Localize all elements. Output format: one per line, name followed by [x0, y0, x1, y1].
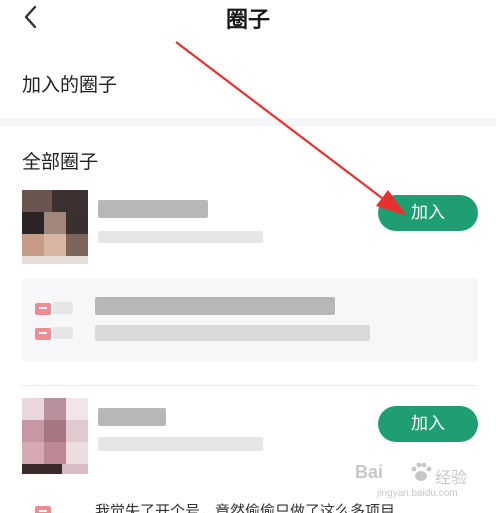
post-tag: [53, 302, 73, 314]
watermark-cn: 经验: [435, 468, 468, 487]
circle-meta: [98, 437, 263, 451]
watermark-url: jingyan.baidu.com: [377, 488, 458, 499]
post-title: [95, 297, 335, 315]
join-button[interactable]: 加入: [378, 195, 478, 231]
screen: 圈子 加入的圈子 全部圈子 加入 加入 我觉失了开个号，竟然偷偷只做了这么多项目…: [0, 0, 496, 513]
joined-circles-heading: 加入的圈子: [22, 74, 118, 96]
post-title-partial: 我觉失了开个号，竟然偷偷只做了这么多项目: [95, 502, 396, 513]
page-title: 圈子: [225, 8, 270, 33]
circle-avatar[interactable]: [14, 190, 88, 264]
watermark-brand: Bai: [355, 462, 384, 482]
comment-tag-icon: [35, 303, 51, 315]
circle-meta: [98, 231, 263, 243]
baidu-jingyan-watermark: Bai 经验 jingyan.baidu.com: [355, 460, 485, 505]
post-tag: [53, 327, 73, 339]
circle-name: [98, 200, 208, 218]
circle-name: [98, 408, 166, 426]
paw-icon: [411, 462, 432, 481]
comment-tag-icon: [35, 506, 51, 513]
all-circles-heading: 全部圈子: [22, 151, 99, 173]
circle-avatar[interactable]: [14, 398, 88, 474]
circle-post-preview[interactable]: [22, 278, 478, 362]
header: 圈子: [0, 0, 496, 42]
join-button[interactable]: 加入: [378, 406, 478, 442]
comment-tag-icon: [35, 328, 51, 340]
list-divider: [22, 385, 478, 386]
post-excerpt: [95, 325, 370, 341]
section-separator: [0, 118, 496, 126]
